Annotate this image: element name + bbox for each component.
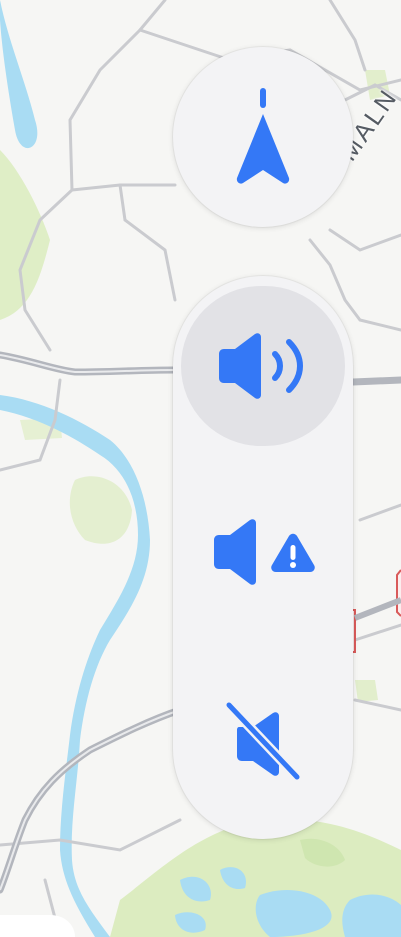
speaker-alerts-only-icon [214, 519, 315, 585]
recenter-heading-button[interactable] [173, 47, 353, 227]
audio-guidance-panel [173, 276, 353, 839]
audio-muted-button[interactable] [181, 658, 345, 818]
speaker-muted-icon [224, 700, 302, 782]
navigation-arrow-icon [236, 88, 290, 184]
speaker-sound-on-icon [219, 333, 304, 399]
audio-sound-on-button[interactable] [181, 286, 345, 446]
audio-alerts-only-button[interactable] [181, 472, 345, 632]
